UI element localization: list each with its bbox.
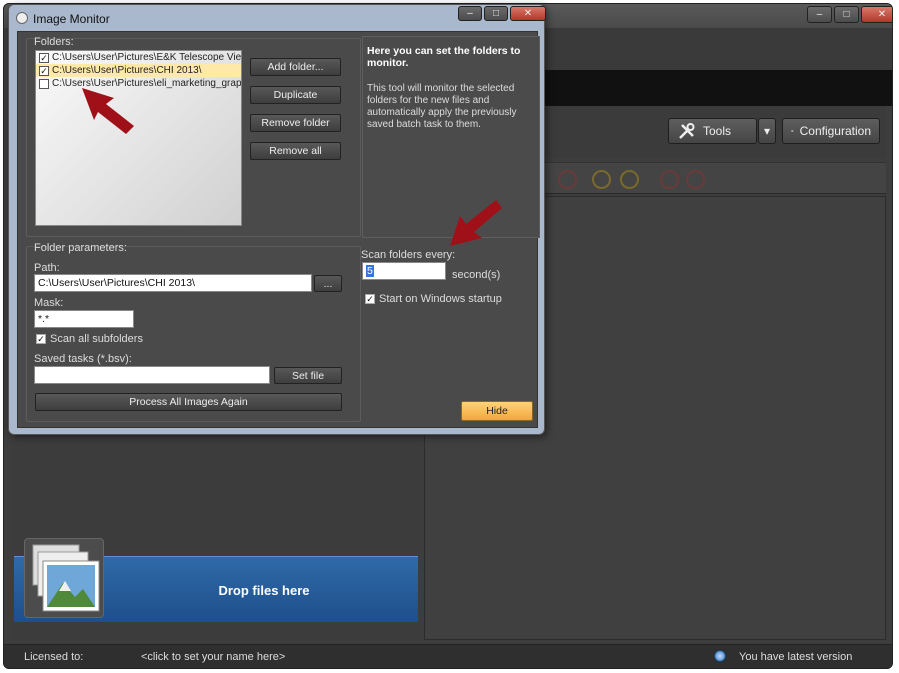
startup-label: Start on Windows startup bbox=[379, 293, 502, 305]
info-title: Here you can set the folders to monitor. bbox=[367, 45, 521, 69]
set-name-link[interactable]: <click to set your name here> bbox=[141, 651, 285, 663]
minimize-button[interactable]: – bbox=[807, 6, 832, 23]
version-text: You have latest version bbox=[739, 651, 853, 663]
update-status-icon bbox=[714, 650, 726, 662]
tools-dropdown-button[interactable]: ▾ bbox=[758, 118, 776, 144]
tools-button[interactable]: Tools bbox=[668, 118, 757, 144]
seconds-label: second(s) bbox=[452, 269, 501, 281]
folder-list-item-selected[interactable]: ✓ C:\Users\User\Pictures\CHI 2013\ bbox=[36, 64, 241, 77]
rotate-left-icon[interactable] bbox=[592, 170, 611, 189]
add-folder-button[interactable]: Add folder... bbox=[250, 58, 341, 76]
annotation-arrow-icon bbox=[450, 200, 502, 246]
maximize-button[interactable]: □ bbox=[834, 6, 859, 23]
saved-tasks-input[interactable] bbox=[34, 366, 270, 384]
path-input[interactable]: C:\Users\User\Pictures\CHI 2013\ bbox=[34, 274, 312, 292]
folder-checkbox[interactable]: ✓ bbox=[39, 65, 49, 76]
stop-icon[interactable] bbox=[558, 170, 577, 189]
scan-subfolders-checkbox[interactable]: ✓ bbox=[36, 334, 46, 344]
hide-button[interactable]: Hide bbox=[461, 401, 533, 421]
chevron-down-icon: ▾ bbox=[763, 124, 771, 138]
annotation-arrow-icon bbox=[82, 88, 134, 134]
saved-tasks-label: Saved tasks (*.bsv): bbox=[34, 353, 132, 365]
set-file-button[interactable]: Set file bbox=[274, 367, 342, 384]
startup-checkbox[interactable]: ✓ bbox=[365, 294, 375, 304]
move-down-icon[interactable] bbox=[686, 170, 705, 189]
status-bar: Licensed to: <click to set your name her… bbox=[4, 644, 892, 668]
remove-folder-button[interactable]: Remove folder bbox=[250, 114, 341, 132]
magnifier-icon bbox=[16, 12, 28, 24]
dialog-maximize-button[interactable]: □ bbox=[484, 6, 508, 21]
folder-parameters-label: Folder parameters: bbox=[34, 242, 127, 254]
tools-label: Tools bbox=[703, 124, 732, 138]
images-icon bbox=[24, 538, 104, 618]
info-text: This tool will monitor the selected fold… bbox=[367, 83, 517, 130]
folder-checkbox[interactable] bbox=[39, 78, 49, 89]
scan-every-label: Scan folders every: bbox=[361, 249, 456, 261]
dialog-close-button[interactable]: ✕ bbox=[510, 6, 546, 21]
browse-button[interactable]: ... bbox=[314, 275, 342, 292]
dialog-minimize-button[interactable]: – bbox=[458, 6, 482, 21]
configuration-button[interactable]: Configuration bbox=[782, 118, 880, 144]
folder-path: C:\Users\User\Pictures\E&K Telescope Vie… bbox=[52, 52, 242, 63]
rotate-right-icon[interactable] bbox=[620, 170, 639, 189]
folders-label: Folders: bbox=[34, 36, 74, 48]
dialog-title: Image Monitor bbox=[33, 12, 110, 26]
path-label: Path: bbox=[34, 262, 60, 274]
scan-subfolders-label: Scan all subfolders bbox=[50, 333, 143, 345]
remove-all-button[interactable]: Remove all bbox=[250, 142, 341, 160]
tools-icon bbox=[679, 123, 695, 139]
configuration-label: Configuration bbox=[799, 124, 871, 138]
folder-checkbox[interactable]: ✓ bbox=[39, 52, 49, 63]
mask-input[interactable]: *.* bbox=[34, 310, 134, 328]
move-up-icon[interactable] bbox=[660, 170, 679, 189]
drop-label: Drop files here bbox=[218, 583, 310, 598]
scan-subfolders-option[interactable]: ✓ Scan all subfolders bbox=[36, 333, 143, 345]
licensed-label: Licensed to: bbox=[24, 651, 84, 663]
gear-icon bbox=[791, 129, 794, 133]
mask-label: Mask: bbox=[34, 297, 64, 309]
scan-interval-input[interactable]: 5 bbox=[362, 262, 446, 280]
process-all-button[interactable]: Process All Images Again bbox=[35, 393, 342, 411]
duplicate-button[interactable]: Duplicate bbox=[250, 86, 341, 104]
folder-path: C:\Users\User\Pictures\CHI 2013\ bbox=[52, 65, 202, 76]
scan-interval-value: 5 bbox=[366, 265, 374, 277]
folder-list-item[interactable]: ✓ C:\Users\User\Pictures\E&K Telescope V… bbox=[36, 51, 241, 64]
close-button[interactable]: ✕ bbox=[861, 6, 892, 23]
startup-option[interactable]: ✓ Start on Windows startup bbox=[365, 293, 502, 305]
folder-list[interactable]: ✓ C:\Users\User\Pictures\E&K Telescope V… bbox=[35, 50, 242, 226]
